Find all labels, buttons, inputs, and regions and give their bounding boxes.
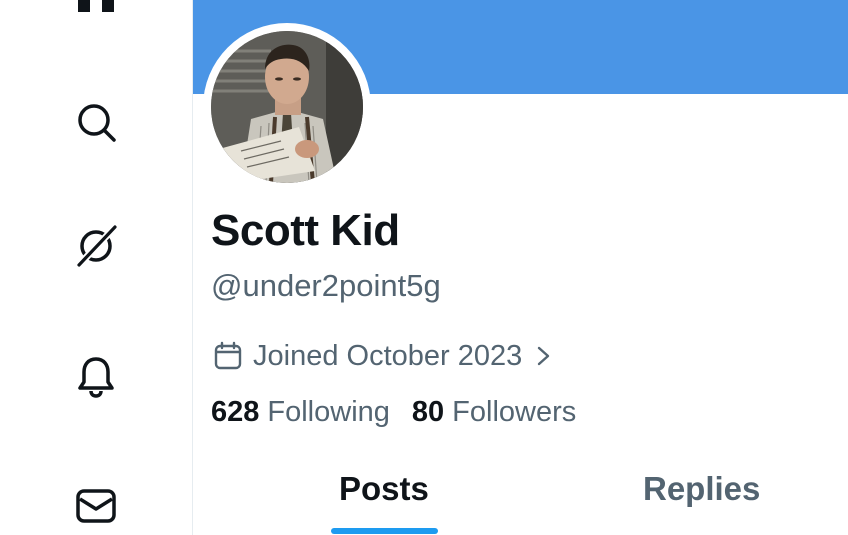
tab-replies[interactable]: Replies (643, 470, 760, 508)
followers-count: 80 (411, 396, 445, 428)
tab-posts[interactable]: Posts (339, 470, 429, 508)
following-count: 628 (211, 396, 260, 428)
calendar-icon (214, 341, 242, 370)
follow-stats: 628 Following 80 Followers (211, 396, 576, 429)
chevron-right-icon (538, 346, 550, 366)
profile-main: Scott Kid @under2point5g Joined October … (193, 0, 848, 535)
following-label: Following (267, 396, 390, 428)
avatar-ring (203, 23, 371, 191)
followers-link[interactable]: 80 Followers (412, 396, 576, 429)
joined-date[interactable]: Joined October 2023 (213, 336, 554, 376)
profile-tabs: Posts Replies (193, 462, 848, 535)
followers-label: Followers (452, 396, 577, 428)
user-handle: @under2point5g (211, 268, 441, 303)
following-link[interactable]: 628 Following (211, 396, 390, 429)
display-name: Scott Kid (211, 206, 400, 255)
sidebar (0, 0, 193, 535)
mail-icon[interactable] (72, 481, 120, 529)
joined-label: Joined October 2023 (253, 339, 523, 372)
avatar[interactable] (211, 31, 363, 183)
bell-icon[interactable] (72, 352, 120, 400)
active-tab-indicator (331, 528, 438, 534)
home-icon[interactable] (72, 0, 120, 18)
grok-icon[interactable] (72, 222, 120, 270)
search-icon[interactable] (72, 98, 120, 146)
